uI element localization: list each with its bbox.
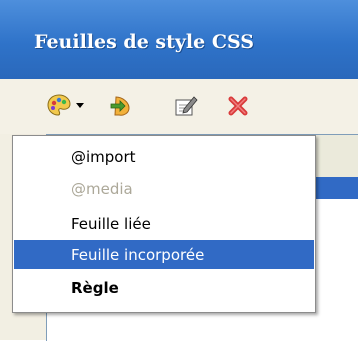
edit-icon (174, 94, 198, 118)
menu-item-label: Feuille incorporée (71, 245, 205, 264)
menu-item-import[interactable]: @import (14, 142, 314, 171)
new-style-button[interactable] (40, 91, 90, 121)
new-style-menu: @import @media Feuille liée Feuille inco… (12, 135, 316, 313)
menu-item-label: Feuille liée (71, 214, 151, 233)
delete-icon (227, 95, 249, 117)
menu-item-media: @media (14, 174, 314, 203)
toolbar (0, 79, 358, 134)
menu-item-label: @import (71, 147, 136, 166)
menu-item-linked-sheet[interactable]: Feuille liée (14, 209, 314, 238)
menu-item-label: @media (71, 179, 133, 198)
palette-icon (46, 93, 72, 119)
delete-style-button[interactable] (223, 91, 253, 121)
attach-style-button[interactable] (108, 91, 138, 121)
menu-item-embedded-sheet[interactable]: Feuille incorporée (14, 240, 314, 269)
menu-item-label: Règle (71, 278, 119, 297)
menu-item-rule[interactable]: Règle (14, 273, 314, 302)
chevron-down-icon[interactable] (76, 103, 84, 109)
panel-title: Feuilles de style CSS (34, 31, 254, 53)
edit-style-button[interactable] (171, 91, 201, 121)
attach-icon (110, 94, 136, 118)
panel-titlebar: Feuilles de style CSS (0, 0, 358, 79)
